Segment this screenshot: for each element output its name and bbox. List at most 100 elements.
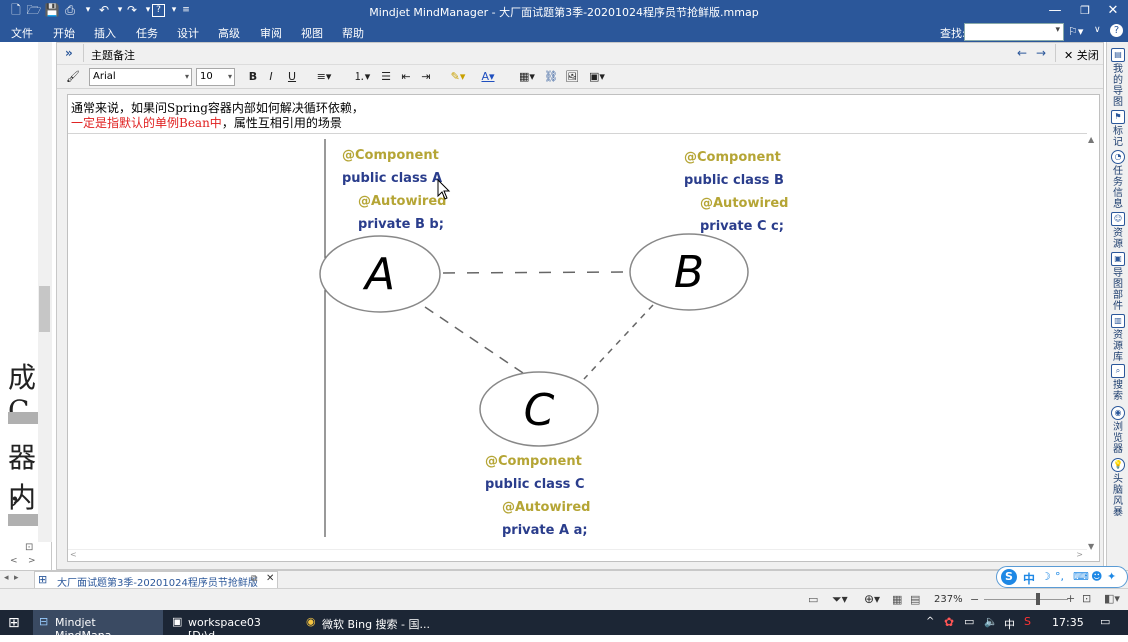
more-options-icon[interactable]: ▣▾ [585,69,609,85]
notes-editor[interactable]: 通常来说，如果问Spring容器内部如何解决循环依赖， 一定是指默认的单例Bea… [67,94,1100,562]
expand-panel-icon[interactable]: » [65,46,73,60]
restore-icon[interactable]: ❐ [1070,0,1100,22]
taskbar-item-mindmanager[interactable]: ⊟ Mindjet MindMana... [33,610,163,642]
settings-icon[interactable]: ✦ [1107,570,1116,583]
library-icon[interactable]: ▥ [1111,314,1125,328]
sidebar-item-map-parts[interactable]: 导图部件 [1110,268,1126,312]
user-icon[interactable]: ☻ [1091,570,1102,583]
page-icon[interactable]: ▭ [808,593,818,606]
close-tab-icon[interactable]: ✕ [266,573,274,584]
tab-scroll-right-icon[interactable]: ▸ [14,573,19,583]
layout-icon[interactable]: ⊕▾ [864,592,880,606]
zoom-slider-thumb[interactable] [1036,593,1040,605]
brainstorm-icon[interactable]: 💡 [1111,458,1125,472]
tray-language-label[interactable]: 中 [1004,616,1015,632]
browser-icon[interactable]: ◉ [1111,406,1125,420]
scroll-down-icon[interactable]: ▼ [1088,542,1094,551]
minimize-icon[interactable]: — [1040,0,1070,22]
tray-ime-icon[interactable]: S [1024,615,1031,628]
format-painter-icon[interactable]: 🖌 [65,69,81,85]
sidebar-item-my-maps[interactable]: 我的导图 [1110,64,1126,108]
sidebar-item-library[interactable]: 资源库 [1110,330,1126,363]
font-color-icon[interactable]: A▾ [477,69,499,85]
menu-advanced[interactable]: 高级 [218,25,240,41]
taskbar-item-browser[interactable]: ◉ 微软 Bing 搜索 - 国... [302,610,432,635]
panel-toggle-icon[interactable]: ◧▾ [1104,592,1120,605]
clock-time[interactable]: 17:35 [1052,616,1084,629]
filter-icon[interactable]: ⏷▾ [832,592,848,607]
restore-tab-icon[interactable]: ⧉ [251,574,257,584]
font-name-select[interactable]: Arial [89,68,192,86]
outline-view-icon[interactable]: ▤ [910,593,920,606]
task-info-icon[interactable]: ◔ [1111,150,1125,164]
zoom-slider[interactable] [984,599,1068,600]
resources-icon[interactable]: ☺ [1111,212,1125,226]
tray-app-icon[interactable]: ✿ [944,615,954,629]
scroll-up-icon[interactable]: ▲ [1088,135,1094,144]
tab-current-document[interactable]: ⊞ 大厂面试题第3季-20201024程序员节抢鲜版 ⧉ ✕ [34,571,278,589]
sidebar-item-brainstorm[interactable]: 头脑风暴 [1110,474,1126,518]
sidebar-item-task-info[interactable]: 任务信息 [1110,166,1126,210]
tray-device-icon[interactable]: ▭ [964,615,974,628]
menu-help[interactable]: 帮助 [342,25,364,41]
increase-indent-icon[interactable]: ⇥ [419,69,433,85]
map-parts-icon[interactable]: ▣ [1111,252,1125,266]
zoom-out-icon[interactable]: − [970,593,979,606]
scroll-left-icon[interactable]: < [70,550,77,559]
my-maps-icon[interactable]: ▤ [1111,48,1125,62]
scroll-right-icon[interactable]: > [28,556,36,566]
menu-view[interactable]: 视图 [301,25,323,41]
fit-map-icon[interactable]: ⊡ [1082,592,1091,605]
close-window-icon[interactable]: ✕ [1098,0,1128,22]
punctuation-icon[interactable]: °, [1055,570,1064,583]
zoom-in-icon[interactable]: + [1066,592,1075,605]
insert-table-icon[interactable]: ▦▾ [515,69,539,85]
view-mode-icon[interactable]: ▦ [892,593,902,606]
scroll-left-icon[interactable]: < [10,556,18,566]
help-circle-icon[interactable]: ? [1110,24,1123,37]
sidebar-item-browser[interactable]: 浏览器 [1110,422,1126,455]
sidebar-item-markers[interactable]: 标记 [1110,126,1126,148]
search-input[interactable] [964,23,1064,41]
notes-vertical-scrollbar[interactable]: ▲ ▼ [1085,135,1099,551]
collapse-ribbon-icon[interactable]: ∨ [1094,25,1101,35]
decrease-indent-icon[interactable]: ⇤ [399,69,413,85]
sidebar-item-resources[interactable]: 资源 [1110,228,1126,250]
menu-insert[interactable]: 插入 [94,25,116,41]
moon-icon[interactable]: ☽ [1041,570,1051,583]
scroll-right-icon[interactable]: > [1076,550,1083,559]
taskbar-item-eclipse[interactable]: ▣ workspace03 [D:\d... [168,610,298,642]
font-size-select[interactable]: 10 [196,68,235,86]
map-scrollbar-thumb[interactable] [39,286,50,332]
menu-task[interactable]: 任务 [136,25,158,41]
bullet-list-icon[interactable]: ☰ [379,69,393,85]
highlight-color-icon[interactable]: ✎▾ [447,69,469,85]
menu-review[interactable]: 审阅 [260,25,282,41]
close-notes-button[interactable]: ✕ 关闭 [1064,47,1099,63]
underline-button[interactable]: U [285,69,299,85]
windows-start-icon[interactable]: ⊞ [8,615,20,631]
tab-scroll-left-icon[interactable]: ◂ [4,573,9,583]
search-icon[interactable]: ⌕ [1111,364,1125,378]
align-left-icon[interactable]: ≡▾ [313,69,335,85]
ime-language-label[interactable]: 中 [1023,570,1035,587]
find-options-icon[interactable]: ⚐▾ [1068,25,1083,38]
bold-button[interactable]: B [246,69,260,85]
tray-expand-icon[interactable]: ^ [926,616,934,627]
expand-icon[interactable]: ⊡ [25,542,33,553]
ime-logo-icon[interactable]: S [1001,569,1017,585]
numbered-list-icon[interactable]: ⒈▾ [351,69,373,85]
menu-home[interactable]: 开始 [53,25,75,41]
notification-icon[interactable]: ▭ [1100,615,1110,628]
next-topic-icon[interactable]: → [1036,46,1046,60]
menu-design[interactable]: 设计 [177,25,199,41]
sidebar-item-search[interactable]: 搜索 [1110,380,1126,402]
menu-file[interactable]: 文件 [11,25,33,41]
italic-button[interactable]: I [264,69,278,85]
keyboard-icon[interactable]: ⌨ [1073,570,1089,583]
hyperlink-icon[interactable]: ⛓ [544,69,558,85]
insert-image-icon[interactable]: 🖼 [565,69,579,85]
markers-icon[interactable]: ⚑ [1111,110,1125,124]
notes-horizontal-scrollbar[interactable]: < > [68,549,1087,561]
volume-icon[interactable]: 🔈 [984,615,998,628]
